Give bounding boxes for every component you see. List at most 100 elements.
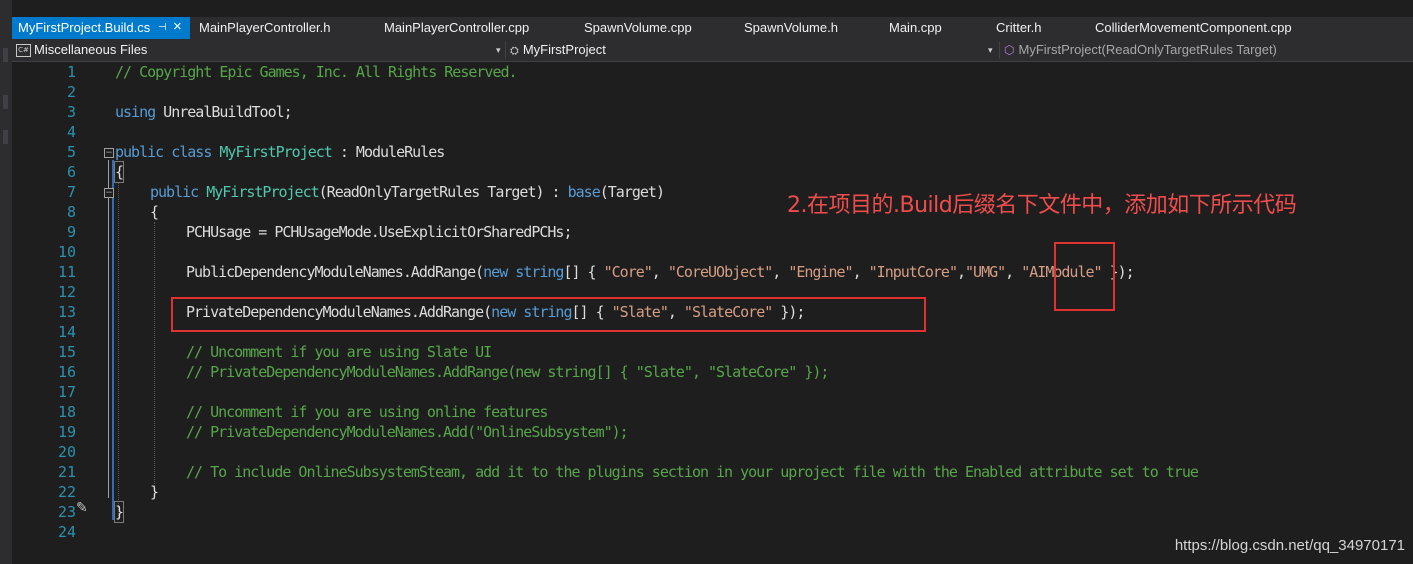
code-fragment: : ModuleRules: [331, 143, 445, 161]
tab-collidermovementcomponent-cpp[interactable]: ColliderMovementComponent.cpp: [1095, 17, 1292, 39]
code-line: 1 // Copyright Epic Games, Inc. All Righ…: [12, 62, 1413, 82]
code-text: using UnrealBuildTool;: [115, 102, 293, 122]
highlight-box-umg: [1054, 242, 1115, 311]
line-number: 21: [57, 463, 76, 481]
type-scope-label: MyFirstProject: [522, 42, 606, 57]
code-line: 21 // To include OnlineSubsystemSteam, a…: [12, 462, 1413, 482]
keyword: public class: [115, 143, 212, 161]
brace-match: }: [113, 501, 125, 523]
collapse-toggle[interactable]: −: [104, 148, 114, 158]
chevron-down-icon: ▾: [496, 45, 501, 55]
tab-spawnvolume-cpp[interactable]: SpawnVolume.cpp: [584, 17, 692, 39]
line-number: 10: [57, 243, 76, 261]
string-literal: "InputCore": [868, 263, 958, 281]
class-icon: ⛭: [510, 45, 519, 57]
type-name: MyFirstProject: [206, 183, 319, 201]
pencil-icon[interactable]: ✎: [76, 500, 88, 516]
code-line: 17: [12, 382, 1413, 402]
tab-critter-h[interactable]: Critter.h: [996, 17, 1042, 39]
watermark-text: https://blog.csdn.net/qq_34970171: [1174, 537, 1405, 554]
keyword: string: [507, 263, 564, 281]
code-text: }: [150, 483, 159, 501]
highlight-box-private-dependencies: [171, 297, 926, 332]
code-text: // Copyright Epic Games, Inc. All Rights…: [115, 63, 518, 81]
string-literal: "Engine": [788, 263, 853, 281]
close-icon[interactable]: ×: [173, 16, 182, 38]
code-fragment: [] {: [563, 263, 604, 281]
code-line: 22 }: [12, 482, 1413, 502]
line-number: 24: [57, 523, 76, 541]
line-number: 8: [66, 203, 76, 221]
tab-myfirstproject-build-cs[interactable]: MyFirstProject.Build.cs ⊣ ×: [12, 17, 190, 39]
code-fragment: (ReadOnlyTargetRules Target) :: [318, 183, 568, 201]
tab-spawnvolume-h[interactable]: SpawnVolume.h: [744, 17, 838, 39]
line-number: 2: [66, 83, 76, 101]
line-number: 4: [66, 123, 76, 141]
line-number: 22: [57, 483, 76, 501]
code-fragment: ,: [956, 263, 966, 281]
tab-mainplayercontroller-h[interactable]: MainPlayerController.h: [199, 17, 331, 39]
method-icon: ⬡: [1004, 43, 1015, 57]
line-number: 3: [66, 103, 76, 121]
collapse-toggle[interactable]: −: [104, 188, 114, 198]
line-number: 5: [66, 143, 76, 161]
line-number: 1: [66, 63, 76, 81]
type-name: MyFirstProject: [219, 143, 332, 161]
type-scope-dropdown[interactable]: ⛭ MyFirstProject ▾: [510, 41, 996, 59]
code-line: 9 PCHUsage = PCHUsageMode.UseExplicitOrS…: [12, 222, 1413, 242]
project-scope-dropdown[interactable]: C# Miscellaneous Files ▾: [16, 41, 502, 59]
code-text: {: [150, 203, 159, 221]
divider: [999, 41, 1000, 59]
string-literal: "CoreUObject": [667, 263, 773, 281]
line-number: 12: [57, 283, 76, 301]
toolbox-marker: [3, 130, 8, 144]
code-line: 5 public class MyFirstProject : ModuleRu…: [12, 142, 1413, 162]
line-number: 15: [57, 343, 76, 361]
left-toolbox-strip: [0, 0, 12, 564]
code-line: 3 using UnrealBuildTool;: [12, 102, 1413, 122]
comment-text: // Uncomment if you are using Slate UI: [186, 343, 492, 361]
code-fragment: ,: [772, 263, 789, 281]
divider: [505, 41, 506, 59]
line-number: 20: [57, 443, 76, 461]
line-number: 23: [57, 503, 76, 521]
code-fragment: UnrealBuildTool;: [155, 103, 293, 121]
line-number: 19: [57, 423, 76, 441]
member-scope-dropdown[interactable]: ⬡ MyFirstProject(ReadOnlyTargetRules Targ…: [1004, 41, 1404, 59]
string-literal-umg: "UMG": [965, 263, 1006, 281]
annotation-text: 2.在项目的.Build后缀名下文件中，添加如下所示代码: [787, 193, 1297, 218]
comment-text: // To include OnlineSubsystemSteam, add …: [186, 463, 1199, 481]
code-line: 16 // PrivateDependencyModuleNames.AddRa…: [12, 362, 1413, 382]
comment-text: // PrivateDependencyModuleNames.Add("Onl…: [186, 423, 629, 441]
code-fragment: (Target): [599, 183, 665, 201]
line-number: 16: [57, 363, 76, 381]
line-number: 17: [57, 383, 76, 401]
code-fragment: ,: [1005, 263, 1022, 281]
code-line: 15 // Uncomment if you are using Slate U…: [12, 342, 1413, 362]
pin-icon[interactable]: ⊣: [158, 17, 167, 39]
code-text: PCHUsage = PCHUsageMode.UseExplicitOrSha…: [186, 223, 572, 241]
project-scope-label: Miscellaneous Files: [34, 42, 148, 57]
code-line: 18 // Uncomment if you are using online …: [12, 402, 1413, 422]
code-text: PublicDependencyModuleNames.AddRange(new…: [186, 262, 1135, 282]
comment-text: // PrivateDependencyModuleNames.AddRange…: [186, 363, 829, 381]
chevron-down-icon: ▾: [988, 45, 993, 55]
line-number: 14: [57, 323, 76, 341]
code-line: 20: [12, 442, 1413, 462]
code-text: public MyFirstProject(ReadOnlyTargetRule…: [150, 182, 665, 202]
member-scope-label: MyFirstProject(ReadOnlyTargetRules Targe…: [1018, 42, 1277, 57]
tab-mainplayercontroller-cpp[interactable]: MainPlayerController.cpp: [384, 17, 529, 39]
comment-text: // Uncomment if you are using online fea…: [186, 403, 548, 421]
csharp-file-icon: C#: [16, 44, 31, 58]
navigation-bar: C# Miscellaneous Files ▾ ⛭ MyFirstProject …: [12, 39, 1413, 62]
keyword: base: [567, 183, 601, 201]
tab-main-cpp[interactable]: Main.cpp: [889, 17, 942, 39]
line-number: 6: [66, 163, 76, 181]
code-fragment: PublicDependencyModuleNames.AddRange(: [186, 263, 484, 281]
code-line: 10: [12, 242, 1413, 262]
keyword: public: [150, 183, 199, 201]
document-tab-bar: MyFirstProject.Build.cs ⊣ × MainPlayerCo…: [12, 17, 1413, 39]
code-line: 2: [12, 82, 1413, 102]
code-line: 19 // PrivateDependencyModuleNames.Add("…: [12, 422, 1413, 442]
code-fragment: ,: [651, 263, 668, 281]
